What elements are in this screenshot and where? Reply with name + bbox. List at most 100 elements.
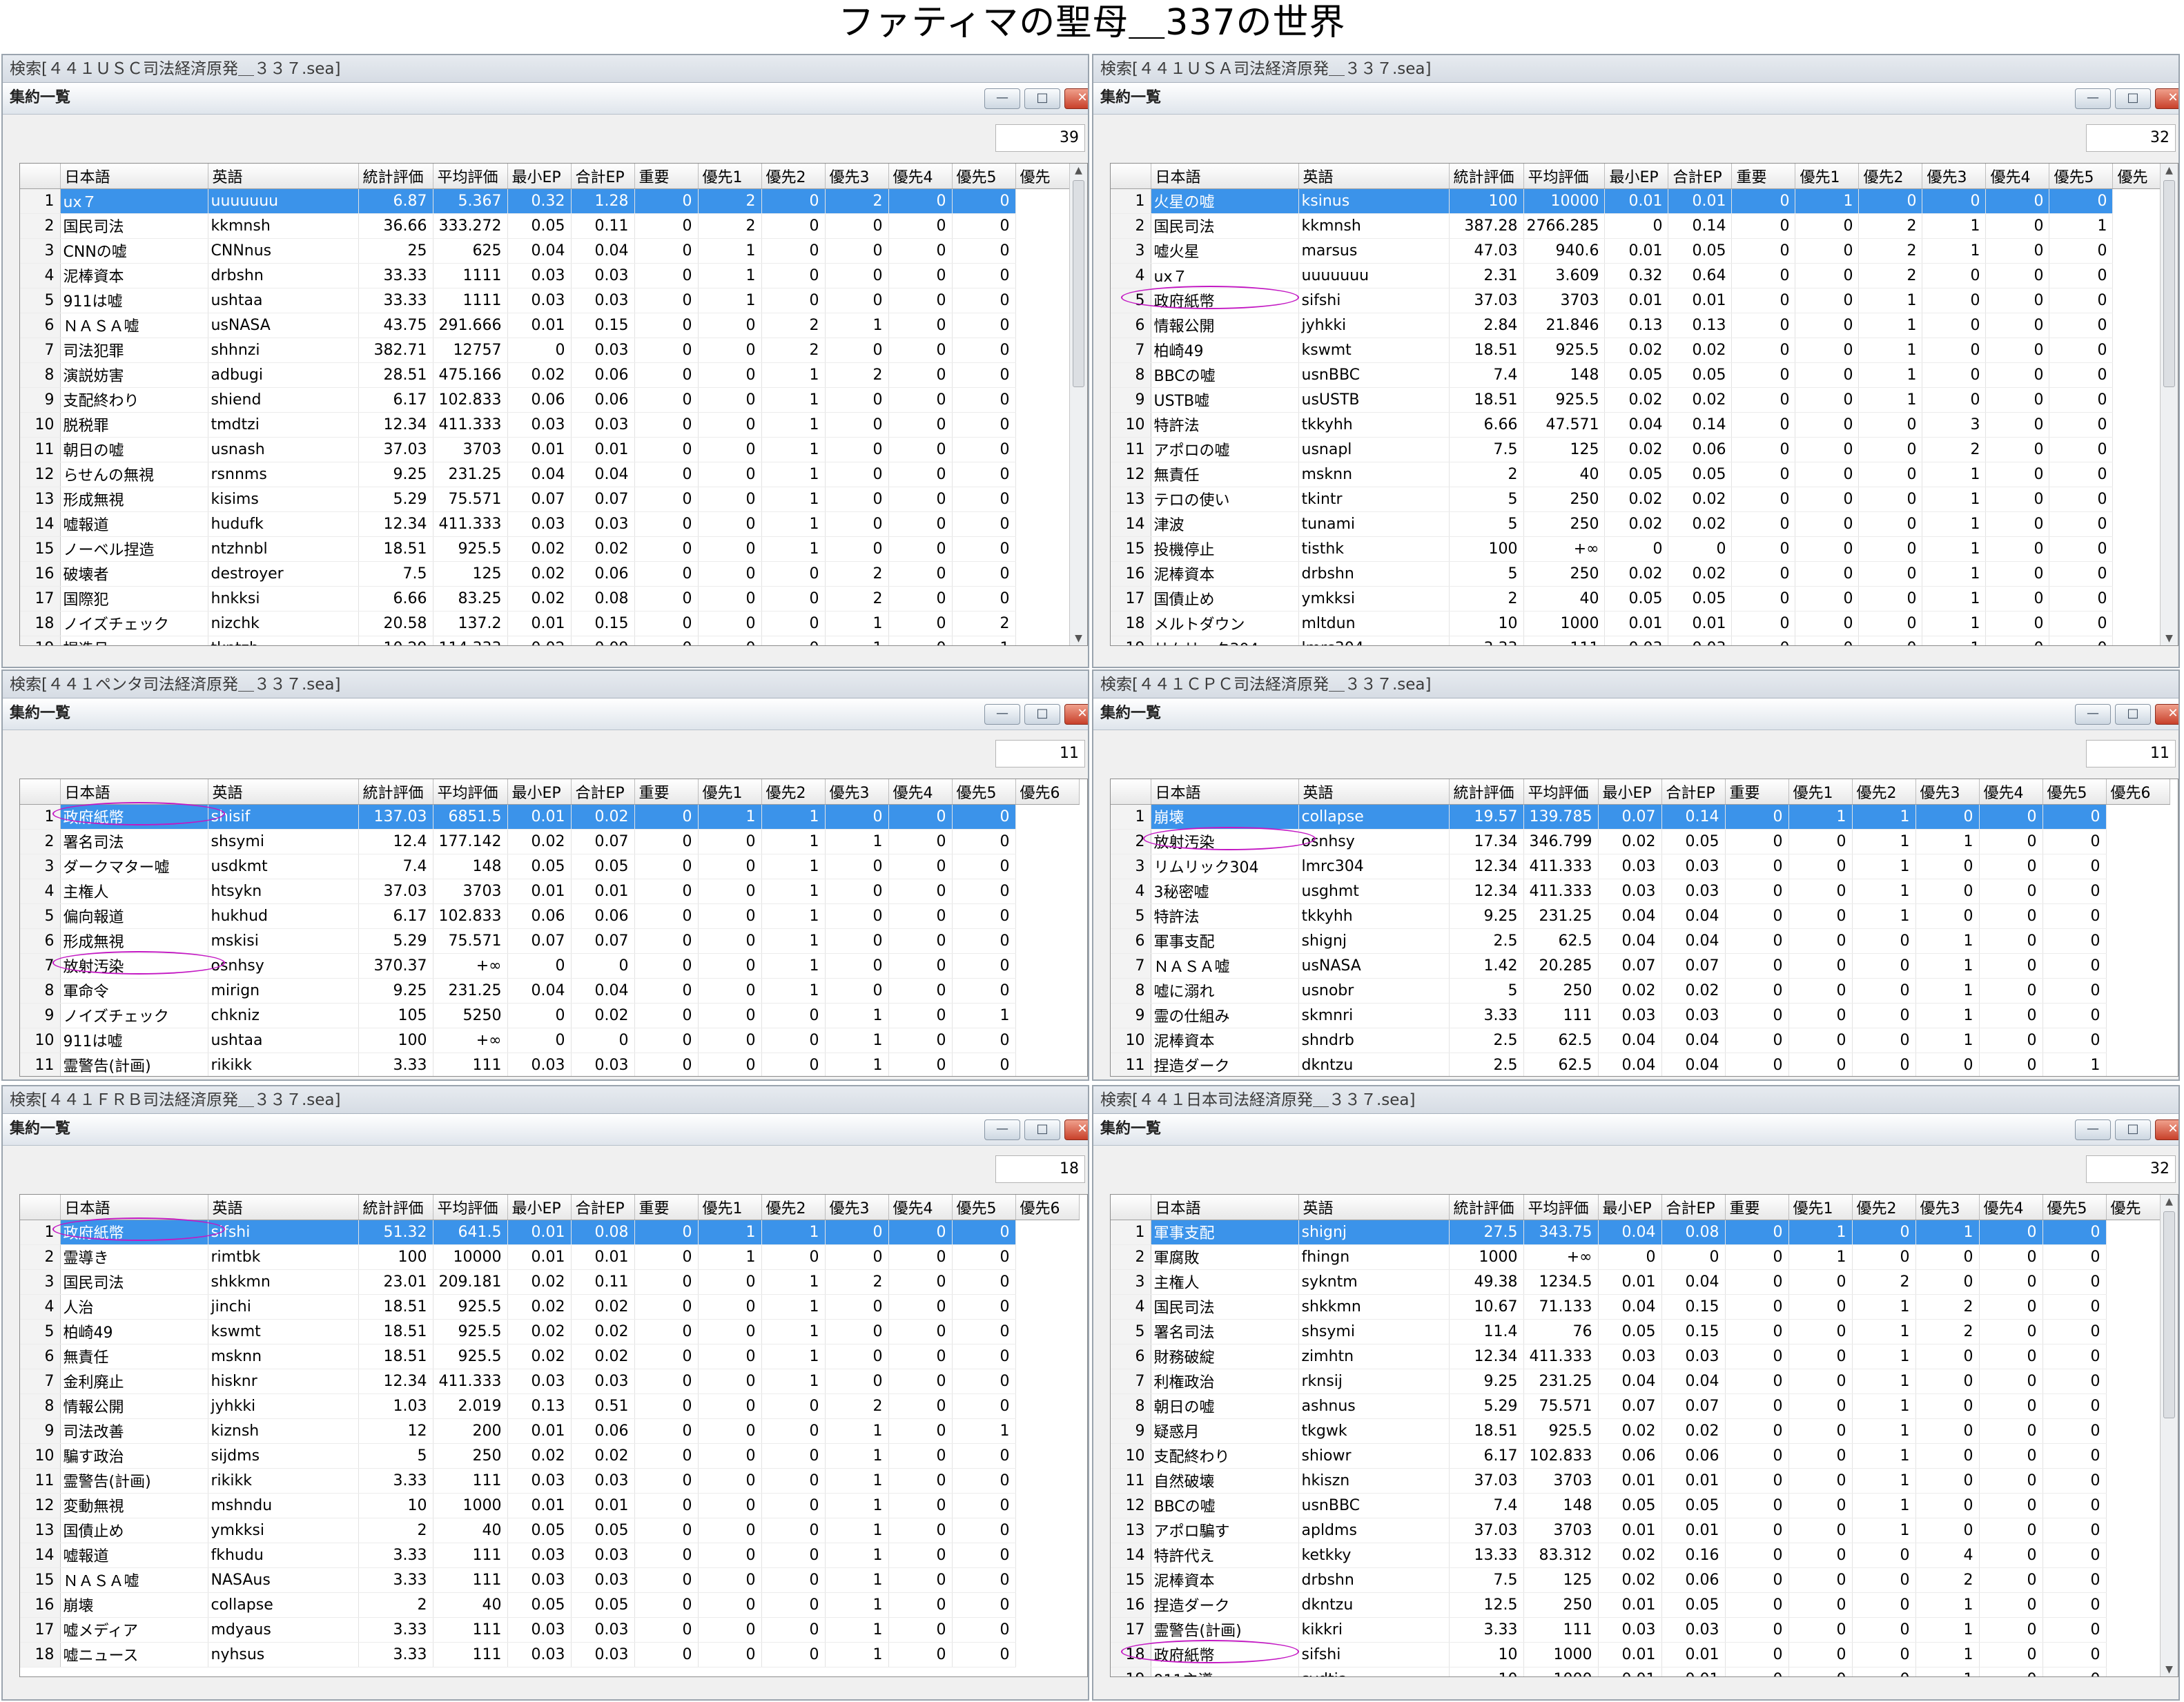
cell-value[interactable]: 0 <box>634 1053 699 1076</box>
table-row[interactable]: 16 崩壊 collapse 2 40 0.05 0.05 0 0 0 1 0 0 <box>20 1592 1079 1618</box>
cell-value[interactable]: 0 <box>2049 636 2114 645</box>
cell-japanese[interactable]: 演説妨害 <box>60 362 208 388</box>
cell-value[interactable]: 0.05 <box>1668 362 1733 388</box>
column-header[interactable]: 平均評価 <box>433 1195 508 1220</box>
cell-value[interactable]: 0 <box>634 804 699 830</box>
cell-value[interactable]: 0 <box>1852 1244 1916 1270</box>
cell-japanese[interactable]: 朝日の嘘 <box>1151 1393 1299 1419</box>
cell-japanese[interactable]: 政府紙幣 <box>52 801 225 830</box>
cell-value[interactable]: 1.28 <box>571 188 635 214</box>
cell-value[interactable]: 0 <box>2042 1220 2107 1245</box>
cell-value[interactable]: 0 <box>1788 1617 1853 1643</box>
cell-japanese[interactable]: 国民司法 <box>60 213 208 239</box>
cell-value[interactable]: 1 <box>1852 879 1916 904</box>
cell-value[interactable]: 0.03 <box>571 263 635 288</box>
cell-value[interactable]: 0.01 <box>507 1220 572 1245</box>
row-number[interactable]: 4 <box>1111 879 1151 904</box>
row-number[interactable]: 2 <box>1111 213 1151 239</box>
table-row[interactable]: 4 人治 jinchi 18.51 925.5 0.02 0.02 0 0 1 0 0 0 <box>20 1294 1079 1320</box>
table-row[interactable]: 1 政府紙幣 shisif 137.03 6851.5 0.01 0.02 0 1 1 0 0 0 <box>20 801 1079 830</box>
cell-english[interactable]: kisims <box>208 487 359 512</box>
cell-value[interactable]: 2.019 <box>433 1393 508 1419</box>
cell-value[interactable]: 12.34 <box>358 511 433 537</box>
cell-japanese[interactable]: 3秘密嘘 <box>1151 879 1299 904</box>
cell-value[interactable]: 0.02 <box>507 1443 572 1469</box>
cell-value[interactable]: 62.5 <box>1523 1053 1599 1076</box>
cell-value[interactable]: 27.5 <box>1449 1220 1524 1245</box>
cell-value[interactable]: 0 <box>1985 387 2050 413</box>
cell-value[interactable]: 0 <box>952 1244 1016 1270</box>
cell-value[interactable]: 0 <box>507 1003 572 1028</box>
cell-value[interactable]: 125 <box>1523 437 1606 462</box>
cell-value[interactable]: 1 <box>1852 1493 1916 1518</box>
cell-value[interactable]: 105 <box>358 1003 433 1028</box>
cell-value[interactable]: 1 <box>1852 804 1916 830</box>
row-number[interactable]: 4 <box>1111 263 1151 288</box>
cell-value[interactable]: 0 <box>888 412 953 438</box>
cell-value[interactable]: 0.04 <box>1598 1294 1662 1320</box>
cell-value[interactable]: 0.02 <box>1668 511 1733 537</box>
cell-value[interactable]: 1 <box>825 1493 889 1518</box>
cell-english[interactable]: shhnzi <box>208 338 359 363</box>
row-number[interactable]: 15 <box>20 1567 61 1593</box>
cell-japanese[interactable]: 911は嘘 <box>60 288 208 313</box>
cell-value[interactable]: 0 <box>825 536 889 562</box>
cell-value[interactable]: 1 <box>761 953 826 979</box>
cell-value[interactable]: 0 <box>2042 1319 2107 1344</box>
cell-japanese[interactable]: 疑惑月 <box>1151 1418 1299 1444</box>
cell-english[interactable]: drbshn <box>208 263 359 288</box>
row-number-header[interactable] <box>20 779 61 805</box>
cell-value[interactable]: 0.03 <box>1598 1344 1662 1369</box>
column-header[interactable]: 合計EP <box>571 1195 635 1220</box>
cell-value[interactable]: 0 <box>761 586 826 612</box>
cell-value[interactable]: 9.25 <box>1449 1369 1524 1394</box>
cell-value[interactable]: 0 <box>1979 1028 2043 1053</box>
cell-value[interactable]: 1000 <box>1523 1667 1599 1676</box>
cell-japanese[interactable]: 捏造月 <box>60 636 208 645</box>
scroll-down-arrow-icon[interactable]: ▼ <box>2161 632 2178 645</box>
cell-japanese[interactable]: 霊警告(計画) <box>60 1468 208 1494</box>
cell-value[interactable]: 2.31 <box>1449 263 1524 288</box>
cell-value[interactable]: 0 <box>888 288 953 313</box>
cell-value[interactable]: 0.05 <box>571 1592 635 1618</box>
cell-value[interactable]: 75.571 <box>433 487 508 512</box>
cell-value[interactable]: 2 <box>1922 437 1987 462</box>
cell-value[interactable]: 51.32 <box>358 1220 433 1245</box>
column-header[interactable]: 平均評価 <box>433 779 508 805</box>
table-row[interactable]: 7 柏崎49 kswmt 18.51 925.5 0.02 0.02 0 0 1 0 0 0 <box>1111 338 2176 363</box>
row-number[interactable]: 16 <box>1111 1592 1151 1618</box>
cell-value[interactable]: 0 <box>1858 536 1923 562</box>
cell-english[interactable]: kikkri <box>1298 1617 1450 1643</box>
cell-japanese[interactable]: 泥棒資本 <box>1151 1028 1299 1053</box>
cell-value[interactable]: 0 <box>698 1269 762 1295</box>
cell-english[interactable]: marsus <box>1298 238 1450 264</box>
cell-value[interactable]: 1 <box>761 1269 826 1295</box>
cell-value[interactable]: 1 <box>1915 1220 1980 1245</box>
cell-value[interactable]: 333.272 <box>433 213 508 239</box>
cell-value[interactable]: 1 <box>825 829 889 854</box>
table-row[interactable]: 16 捏造ダーク dkntzu 12.5 250 0.01 0.05 0 0 0 1 0 0 <box>1111 1592 2170 1618</box>
cell-value[interactable]: 40 <box>1523 462 1606 487</box>
cell-value[interactable]: 0 <box>825 511 889 537</box>
cell-value[interactable]: 0 <box>2042 1493 2107 1518</box>
cell-english[interactable]: hukhud <box>208 903 359 929</box>
row-number[interactable]: 8 <box>20 1393 61 1419</box>
cell-value[interactable]: 148 <box>1523 1493 1599 1518</box>
cell-value[interactable]: 0 <box>888 879 953 904</box>
cell-value[interactable]: 20.285 <box>1523 953 1599 979</box>
cell-japanese[interactable]: 自然破壊 <box>1151 1468 1299 1494</box>
column-header[interactable]: 最小EP <box>507 164 572 189</box>
cell-value[interactable]: 114.333 <box>433 636 508 645</box>
cell-japanese[interactable]: 泥棒資本 <box>1151 1567 1299 1593</box>
cell-value[interactable]: 0 <box>952 1617 1016 1643</box>
cell-value[interactable]: 0 <box>825 928 889 954</box>
cell-value[interactable]: 0.07 <box>571 487 635 512</box>
cell-value[interactable]: 0.09 <box>571 636 635 645</box>
cell-value[interactable]: 0.01 <box>1661 1667 1726 1676</box>
table-row[interactable]: 2 署名司法 shsymi 12.4 177.142 0.02 0.07 0 0 1 1 0 0 <box>20 829 1079 854</box>
cell-value[interactable]: 5.29 <box>1449 1393 1524 1419</box>
cell-value[interactable]: 1 <box>825 1617 889 1643</box>
cell-value[interactable]: 0.01 <box>1661 1518 1726 1543</box>
cell-value[interactable]: 0.05 <box>507 854 572 879</box>
cell-value[interactable]: 7.4 <box>358 854 433 879</box>
